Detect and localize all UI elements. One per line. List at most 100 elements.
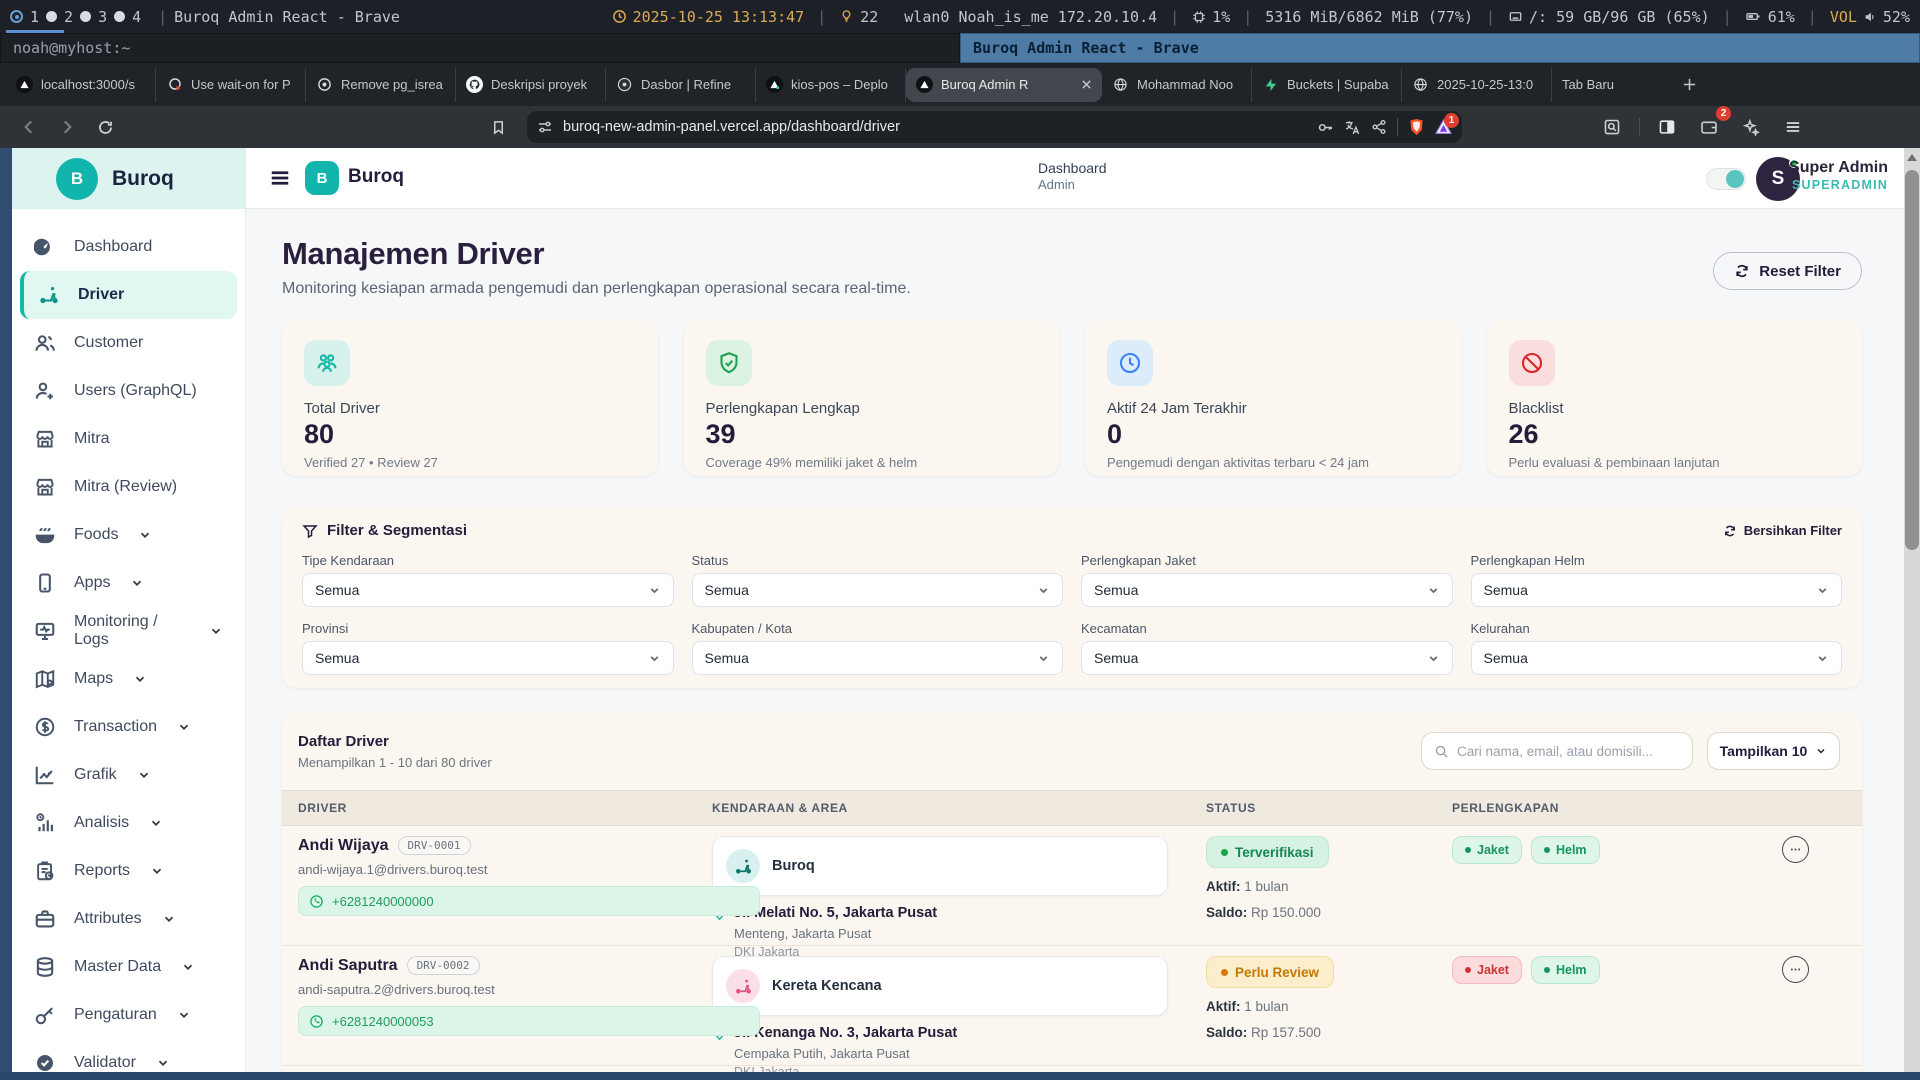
- sidebar-item-foods[interactable]: Foods: [20, 511, 237, 559]
- whatsapp-badge[interactable]: +6281240000000: [298, 886, 760, 916]
- user-info: Super Admin SUPERADMIN: [1789, 158, 1888, 194]
- sidebar-item-validator[interactable]: Validator: [20, 1039, 237, 1072]
- sidebar-item-maps[interactable]: Maps: [20, 655, 237, 703]
- share-icon[interactable]: [1371, 119, 1387, 135]
- tab-close-icon[interactable]: [1081, 79, 1092, 90]
- workspace-number[interactable]: 1: [30, 8, 39, 26]
- sidebar-item-reports[interactable]: Reports: [20, 847, 237, 895]
- user-name: Super Admin: [1789, 158, 1888, 178]
- browser-tab[interactable]: Remove pg_isrea: [306, 68, 456, 102]
- sidebar-item-customer[interactable]: Customer: [20, 319, 237, 367]
- github-status-favicon: [166, 76, 183, 93]
- kabupaten-select[interactable]: Semua: [692, 641, 1064, 675]
- hamburger-icon[interactable]: [268, 166, 292, 190]
- supabase-favicon: [1262, 76, 1279, 93]
- provinsi-select[interactable]: Semua: [302, 641, 674, 675]
- statusbar-datetime: 2025-10-25 13:13:47: [633, 8, 805, 26]
- sidebar-item-master-data[interactable]: Master Data: [20, 943, 237, 991]
- search-input[interactable]: [1457, 744, 1680, 759]
- brave-shield-icon[interactable]: [1408, 118, 1425, 136]
- phone-icon: [34, 572, 56, 594]
- browser-tab[interactable]: kios-pos – Deplo: [756, 68, 906, 102]
- funnel-icon: [302, 523, 318, 539]
- browser-tab[interactable]: Buckets | Supaba: [1252, 68, 1402, 102]
- back-icon[interactable]: [14, 112, 44, 142]
- sidebar-item-transaction[interactable]: Transaction: [20, 703, 237, 751]
- workspace-active-icon: [10, 10, 23, 23]
- vercel-favicon: [16, 76, 33, 93]
- browser-tab[interactable]: Dasbor | Refine: [606, 68, 756, 102]
- wm-tab-browser[interactable]: Buroq Admin React - Brave: [960, 33, 1920, 63]
- chevron-down-icon: [177, 1008, 191, 1022]
- status-select[interactable]: Semua: [692, 573, 1064, 607]
- whatsapp-icon: [309, 894, 324, 909]
- sidebar-item-mitra[interactable]: Mitra: [20, 415, 237, 463]
- kelurahan-select[interactable]: Semua: [1471, 641, 1843, 675]
- page-scrollbar[interactable]: [1904, 148, 1920, 1072]
- vehicle-name: Buroq: [772, 858, 815, 874]
- forward-icon[interactable]: [52, 112, 82, 142]
- workspace-number[interactable]: 3: [98, 8, 107, 26]
- browser-tab[interactable]: Use wait-on for P: [156, 68, 306, 102]
- chevron-down-icon: [209, 624, 223, 638]
- site-settings-icon[interactable]: [537, 119, 553, 135]
- browser-tab[interactable]: localhost:3000/s: [6, 68, 156, 102]
- sidebar-item-attributes[interactable]: Attributes: [20, 895, 237, 943]
- browser-tab[interactable]: Mohammad Noo: [1102, 68, 1252, 102]
- sidebar-item-apps[interactable]: Apps: [20, 559, 237, 607]
- workspace-number[interactable]: 2: [64, 8, 73, 26]
- sidebar-item-pengaturan[interactable]: Pengaturan: [20, 991, 237, 1039]
- browser-tab-active[interactable]: Buroq Admin R: [906, 68, 1102, 102]
- page-size-select[interactable]: Tampilkan 10: [1707, 732, 1840, 770]
- menu-icon[interactable]: [1778, 112, 1808, 142]
- gear-badge-helm: Helm: [1531, 836, 1600, 864]
- bookmark-icon[interactable]: [483, 112, 513, 142]
- leo-ai-icon[interactable]: [1736, 112, 1766, 142]
- briefcase-icon: [34, 908, 56, 930]
- chevron-down-icon: [149, 816, 163, 830]
- sidebar-item-users-graphql[interactable]: Users (GraphQL): [20, 367, 237, 415]
- sidebar-toggle-icon[interactable]: [1652, 112, 1682, 142]
- wallet-badge: 2: [1716, 106, 1731, 121]
- workspace-number[interactable]: 4: [132, 8, 141, 26]
- perlengkapan-helm-select[interactable]: Semua: [1471, 573, 1843, 607]
- sidebar-item-analisis[interactable]: Analisis: [20, 799, 237, 847]
- password-key-icon[interactable]: [1317, 119, 1334, 136]
- row-actions-button[interactable]: [1782, 836, 1809, 863]
- sidebar-item-dashboard[interactable]: Dashboard: [20, 223, 237, 271]
- browser-tab[interactable]: 2025-10-25-13:0: [1402, 68, 1552, 102]
- search-tabs-icon[interactable]: [1597, 112, 1627, 142]
- new-tab-button[interactable]: [1682, 77, 1697, 92]
- clear-filter-button[interactable]: Bersihkan Filter: [1723, 523, 1842, 538]
- row-actions-button[interactable]: [1782, 956, 1809, 983]
- browser-tab[interactable]: Deskripsi proyek: [456, 68, 606, 102]
- saldo-value: Rp 157.500: [1251, 1025, 1321, 1040]
- workspace-switcher[interactable]: 1 2 3 4: [10, 8, 141, 26]
- stat-card-perlengkapan: Perlengkapan Lengkap 39 Coverage 49% mem…: [684, 320, 1060, 476]
- theme-toggle[interactable]: [1706, 168, 1746, 190]
- brave-rewards-icon[interactable]: 1: [1435, 119, 1452, 135]
- reset-filter-button[interactable]: Reset Filter: [1713, 252, 1862, 290]
- stat-sub: Verified 27 • Review 27: [304, 455, 636, 470]
- kecamatan-select[interactable]: Semua: [1081, 641, 1453, 675]
- sidebar-item-mitra-review[interactable]: Mitra (Review): [20, 463, 237, 511]
- tipe-kendaraan-select[interactable]: Semua: [302, 573, 674, 607]
- sidebar-item-monitoring-logs[interactable]: Monitoring / Logs: [20, 607, 237, 655]
- translate-icon[interactable]: [1344, 119, 1361, 136]
- scrollbar-thumb[interactable]: [1905, 170, 1919, 550]
- perlengkapan-jaket-select[interactable]: Semua: [1081, 573, 1453, 607]
- wm-tab-terminal[interactable]: noah@myhost:~: [0, 33, 960, 63]
- browser-tab[interactable]: Tab Baru: [1552, 68, 1672, 102]
- reload-icon[interactable]: [90, 112, 120, 142]
- url-text[interactable]: buroq-new-admin-panel.vercel.app/dashboa…: [563, 119, 1317, 135]
- driver-search[interactable]: [1421, 732, 1693, 770]
- sidebar-item-grafik[interactable]: Grafik: [20, 751, 237, 799]
- url-bar[interactable]: buroq-new-admin-panel.vercel.app/dashboa…: [527, 111, 1462, 143]
- whatsapp-badge[interactable]: +6281240000053: [298, 1006, 760, 1036]
- wallet-icon[interactable]: 2: [1694, 112, 1724, 142]
- filter-field-kabupaten: Kabupaten / Kota Semua: [692, 621, 1064, 675]
- scroll-up-arrow[interactable]: [1907, 154, 1917, 161]
- sidebar-item-driver[interactable]: Driver: [20, 271, 237, 319]
- main-area: B Buroq Dashboard Admin S Super Admin SU…: [246, 148, 1904, 1072]
- filter-field-perlengkapan-jaket: Perlengkapan Jaket Semua: [1081, 553, 1453, 607]
